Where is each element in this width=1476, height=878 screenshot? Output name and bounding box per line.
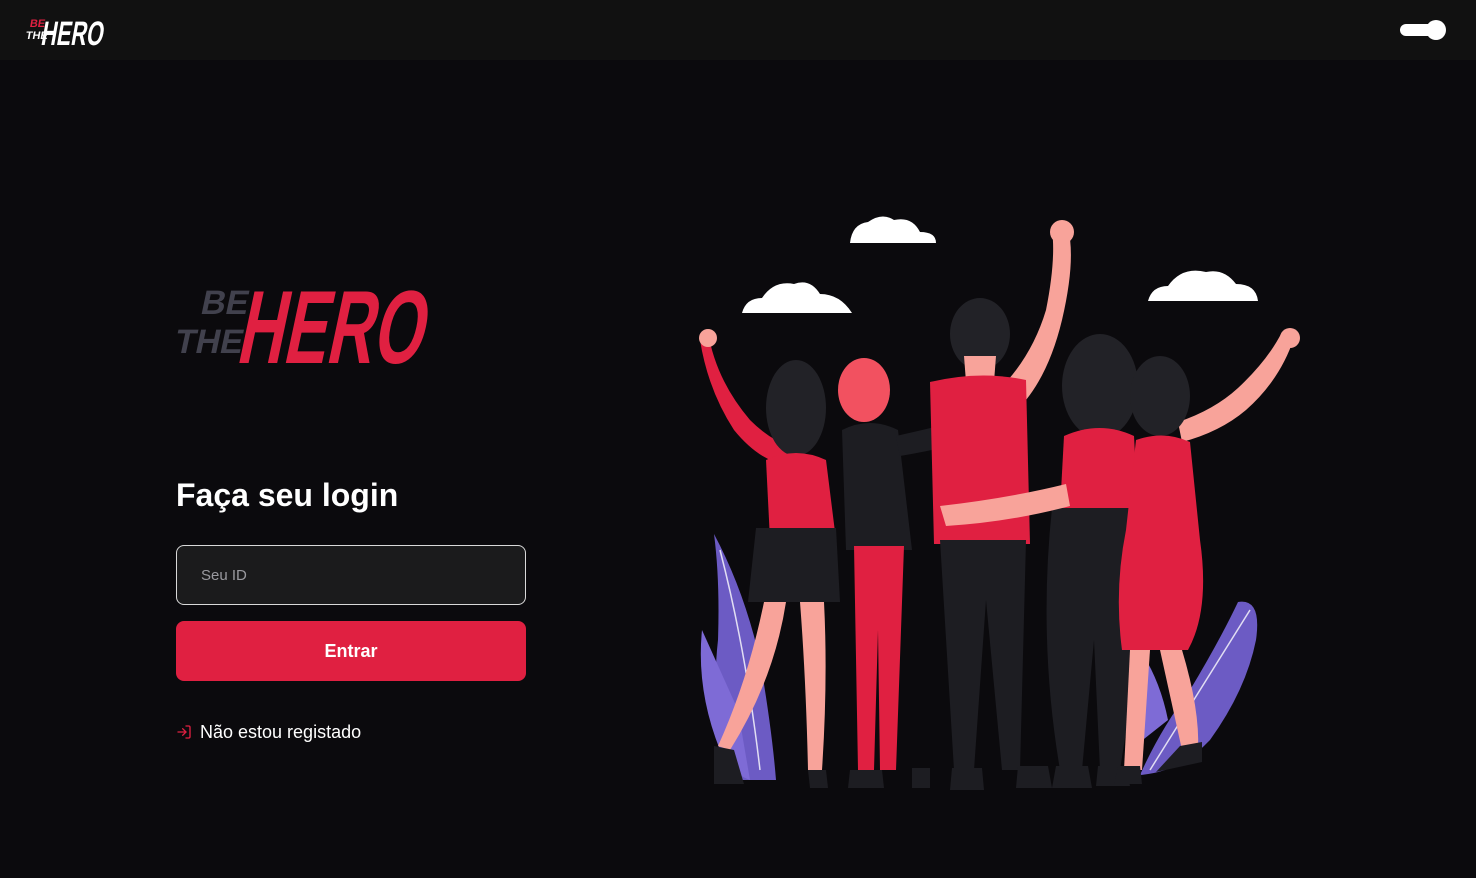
theme-toggle[interactable] [1400,20,1446,40]
be-the-hero-logo: BE THE HERO [176,270,428,376]
header-logo-hero: HERO [39,15,108,48]
log-in-icon [177,725,191,739]
group-of-friends-illustration [699,216,1300,790]
top-bar: BE THE HERO [0,0,1476,60]
register-link-label: Não estou registado [200,721,362,742]
login-title: Faça seu login [176,477,399,513]
logo-hero: HERO [230,270,428,376]
id-input[interactable] [176,545,526,605]
enter-button[interactable]: Entrar [176,621,526,681]
header-logo[interactable]: BE THE HERO [26,12,108,48]
cloud-icon [742,216,1258,313]
theme-toggle-knob [1426,20,1446,40]
register-link[interactable]: Não estou registado [176,720,361,744]
